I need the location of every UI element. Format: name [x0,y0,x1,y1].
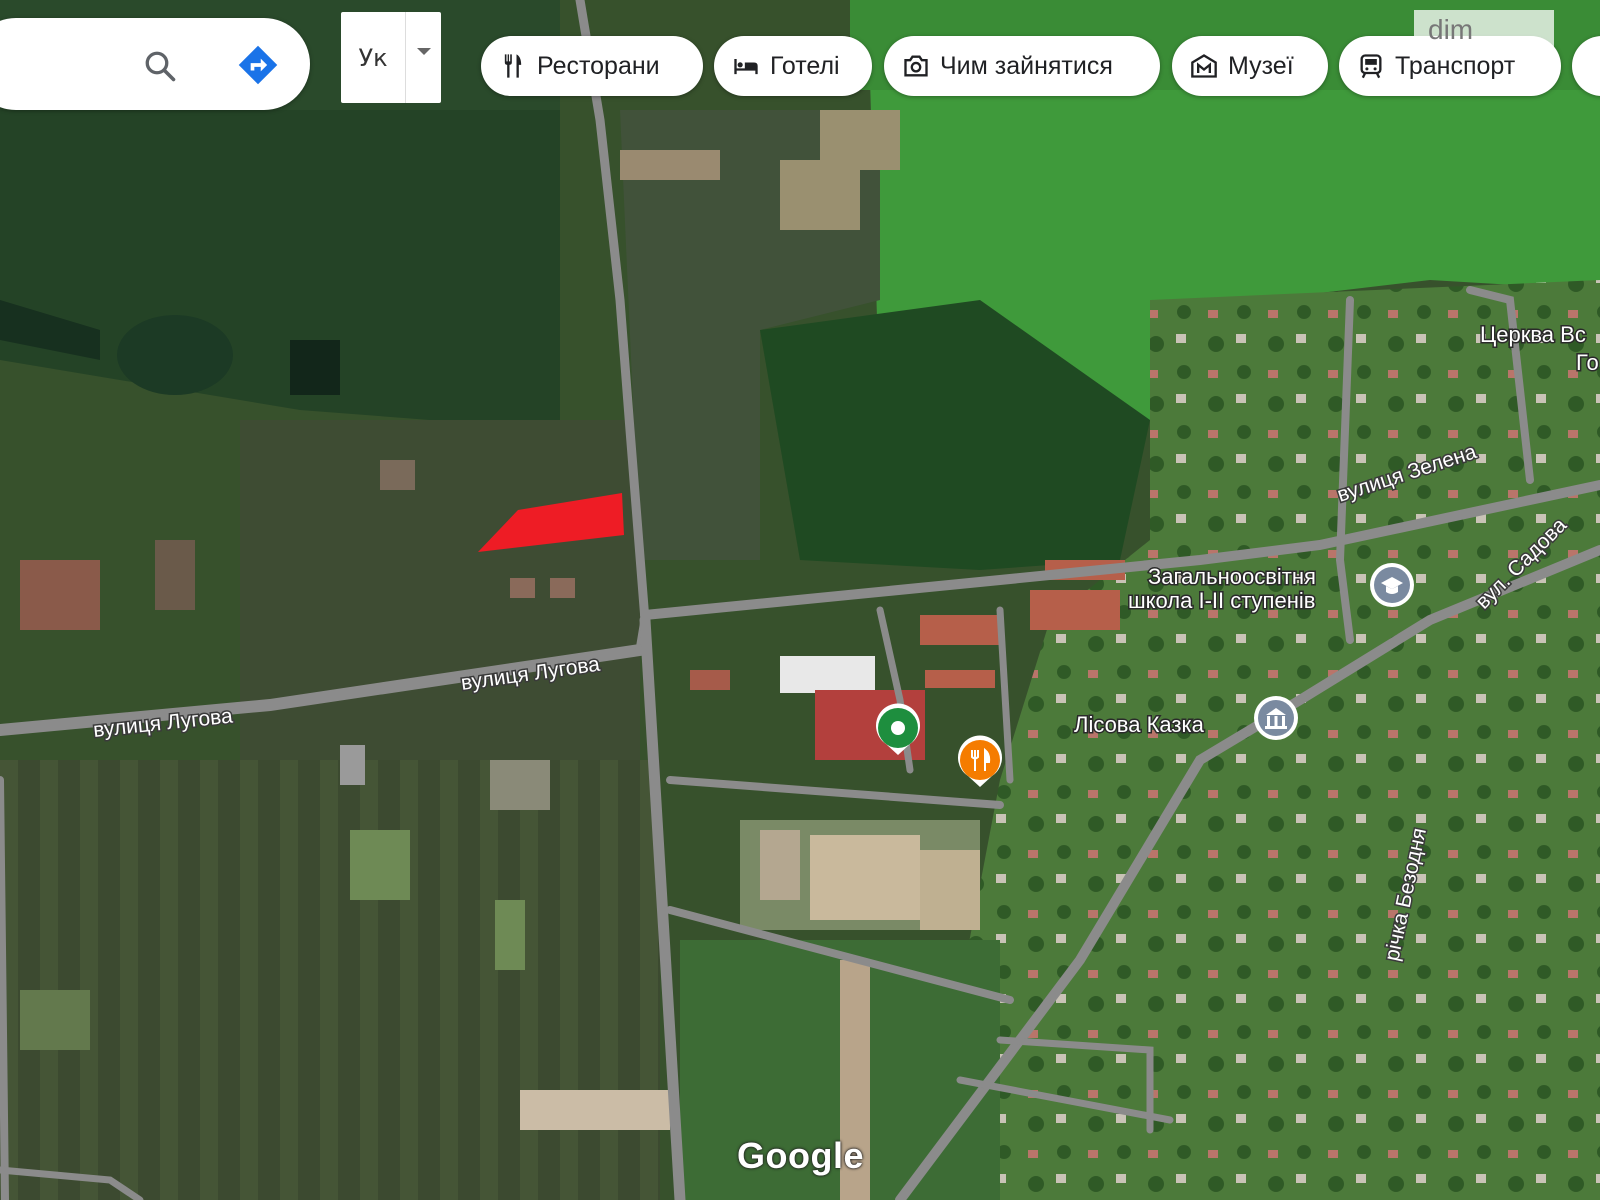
church-label-line2: Го [1576,350,1599,375]
search-icon[interactable] [142,48,178,84]
school-label-line1: Загальноосвітня [1148,564,1316,589]
museum-pin-icon[interactable] [1254,696,1298,740]
category-label: Ресторани [537,51,660,80]
camera-icon [904,55,928,77]
satellite-map[interactable]: вулиця Лугова вулиця Лугова вулиця Зелен… [0,0,1600,1200]
chevron-down-icon[interactable] [405,12,441,103]
museum-icon [1191,54,1217,78]
search-box[interactable] [0,18,310,110]
category-label: Транспорт [1395,51,1516,80]
train-icon [1360,54,1382,79]
church-label-line1: Церква Вс [1480,322,1586,347]
language-selector[interactable]: Ук [341,12,441,103]
language-code: Ук [358,43,388,72]
category-hotels-button[interactable]: Готелі [714,36,872,96]
school-label-line2: школа І-ІІ ступенів [1128,588,1315,613]
category-label: Готелі [770,51,840,80]
category-museums-button[interactable]: Музеї [1172,36,1328,96]
school-icon[interactable] [1370,563,1414,607]
category-label: Чим зайнятися [940,51,1113,80]
fork-knife-icon [504,54,522,78]
bed-icon [734,59,758,75]
category-label: Музеї [1228,51,1294,80]
forest-tale-label: Лісова Казка [1074,712,1205,737]
watermark-text: dim [1428,14,1474,45]
google-logo: Google [737,1135,864,1176]
directions-icon[interactable] [236,43,280,87]
category-things-to-do-button[interactable]: Чим зайнятися [884,36,1160,96]
category-restaurants-button[interactable]: Ресторани [481,36,703,96]
watermark-logo: dim [1414,10,1554,50]
